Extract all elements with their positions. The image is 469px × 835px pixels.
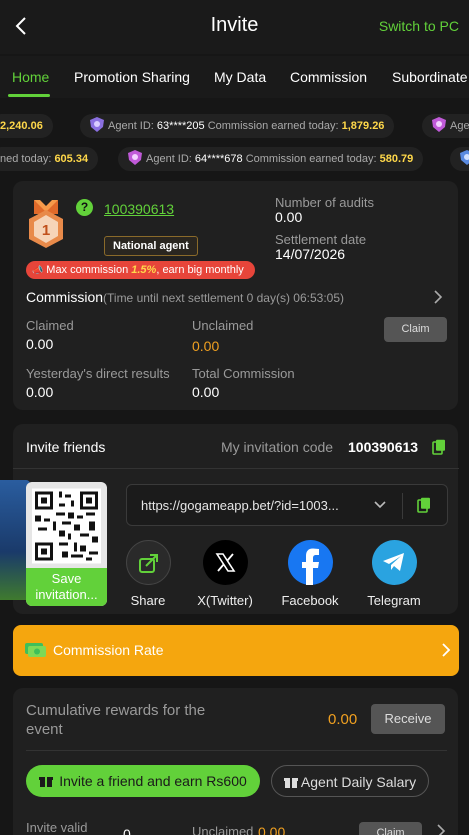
divider <box>13 468 459 469</box>
event-claim-button[interactable]: Claim <box>359 822 422 835</box>
tab-home[interactable]: Home <box>12 69 49 85</box>
unclaimed-value: 0.00 <box>192 338 220 354</box>
tab-commission[interactable]: Commission <box>290 69 367 85</box>
audits-value: 0.00 <box>275 209 303 225</box>
gift-icon <box>39 777 54 787</box>
tab-subordinate[interactable]: Subordinate <box>392 69 468 85</box>
save-invitation-button[interactable]: Save invitation... <box>26 568 107 606</box>
chevron-right-icon <box>442 643 451 657</box>
money-icon <box>25 643 46 657</box>
ticker-pill: 2,240.06 <box>0 114 53 138</box>
divider <box>402 493 403 519</box>
x-twitter-icon <box>202 540 248 585</box>
total-commission-value: 0.00 <box>192 384 220 400</box>
total-commission-label: Total Commission <box>192 366 295 381</box>
tab-bar: Home Promotion Sharing My Data Commissio… <box>0 56 469 98</box>
ticker-pill: ned today: 605.34 <box>0 147 99 171</box>
event-unclaimed-value: 0.00 <box>258 824 286 835</box>
ticker-pill: Age <box>422 114 469 138</box>
audits-label: Number of audits <box>275 195 374 210</box>
receive-button[interactable]: Receive <box>371 704 445 734</box>
max-commission-banner: 📣 Max commission 1.5%, earn big monthly <box>26 261 255 279</box>
tab-promotion-sharing[interactable]: Promotion Sharing <box>74 69 190 85</box>
invite-url-text: https://gogameapp.bet/?id=1003... <box>141 498 339 513</box>
invite-valid-label: Invite valid <box>26 820 88 835</box>
invitation-code-value: 100390613 <box>348 439 419 455</box>
medal-level-text: 1 <box>42 222 50 239</box>
share-button[interactable]: Share <box>108 540 188 608</box>
copy-url-icon[interactable] <box>417 497 431 513</box>
divider <box>26 750 447 751</box>
qr-code-card: Save invitation... <box>26 482 107 606</box>
active-tab-indicator <box>8 94 50 97</box>
invite-url-field[interactable]: https://gogameapp.bet/?id=1003... <box>126 484 448 526</box>
megaphone-icon: 📣 <box>32 265 44 275</box>
chevron-right-icon[interactable] <box>436 823 446 835</box>
event-unclaimed-label: Unclaimed <box>192 824 254 835</box>
help-icon[interactable]: ? <box>76 199 93 216</box>
ticker-pill <box>450 147 469 171</box>
commission-header[interactable]: Commission(Time until next settlement 0 … <box>26 289 344 305</box>
claim-button[interactable]: Claim <box>384 317 447 342</box>
chevron-right-icon[interactable] <box>433 289 443 305</box>
claimed-label: Claimed <box>26 318 74 333</box>
settlement-value: 14/07/2026 <box>275 246 346 262</box>
qr-code-icon <box>32 488 101 564</box>
chevron-down-icon[interactable] <box>373 500 387 510</box>
gift-icon <box>283 778 298 788</box>
tab-my-data[interactable]: My Data <box>214 69 266 85</box>
invite-friends-title: Invite friends <box>26 439 106 455</box>
invite-valid-value: 0 <box>123 826 131 835</box>
switch-to-pc-link[interactable]: Switch to PC <box>379 18 459 34</box>
agent-daily-salary-button[interactable]: Agent Daily Salary <box>271 765 429 797</box>
cumulative-rewards-label: Cumulative rewards for the event <box>26 702 206 738</box>
level-medal-icon: 1 <box>29 200 63 248</box>
telegram-icon <box>371 540 417 585</box>
ticker-pill: Agent ID: 63****205 Commission earned to… <box>80 114 395 138</box>
agent-id-link[interactable]: 100390613 <box>104 201 174 217</box>
ticker-row-2: ned today: 605.34 Agent ID: 64****678 Co… <box>0 147 469 171</box>
agent-level-badge: National agent <box>104 236 198 256</box>
agent-shield-icon <box>90 117 104 132</box>
copy-code-icon[interactable] <box>432 439 446 455</box>
claimed-value: 0.00 <box>26 336 54 352</box>
share-twitter-button[interactable]: X(Twitter) <box>185 540 265 608</box>
share-telegram-button[interactable]: Telegram <box>354 540 434 608</box>
settlement-label: Settlement date <box>275 232 367 247</box>
agent-shield-icon <box>460 150 469 165</box>
share-facebook-button[interactable]: Facebook <box>270 540 350 608</box>
agent-shield-icon <box>432 117 446 132</box>
yesterday-results-label: Yesterday's direct results <box>26 366 170 381</box>
invite-earn-button[interactable]: Invite a friend and earn Rs600 <box>26 765 260 797</box>
yesterday-results-value: 0.00 <box>26 384 54 400</box>
invitation-code-label: My invitation code <box>221 439 334 455</box>
ticker-pill: Agent ID: 64****678 Commission earned to… <box>118 147 424 171</box>
commission-rate-banner[interactable]: Commission Rate <box>13 625 459 676</box>
ticker-row-1: 2,240.06 Agent ID: 63****205 Commission … <box>0 114 469 138</box>
agent-shield-icon <box>128 150 142 165</box>
commission-rate-label: Commission Rate <box>53 642 164 658</box>
facebook-icon <box>287 540 333 585</box>
top-bar: Invite Switch to PC <box>0 0 469 54</box>
cumulative-rewards-value: 0.00 <box>328 711 358 728</box>
share-icon <box>125 540 171 585</box>
unclaimed-label: Unclaimed <box>192 318 254 333</box>
